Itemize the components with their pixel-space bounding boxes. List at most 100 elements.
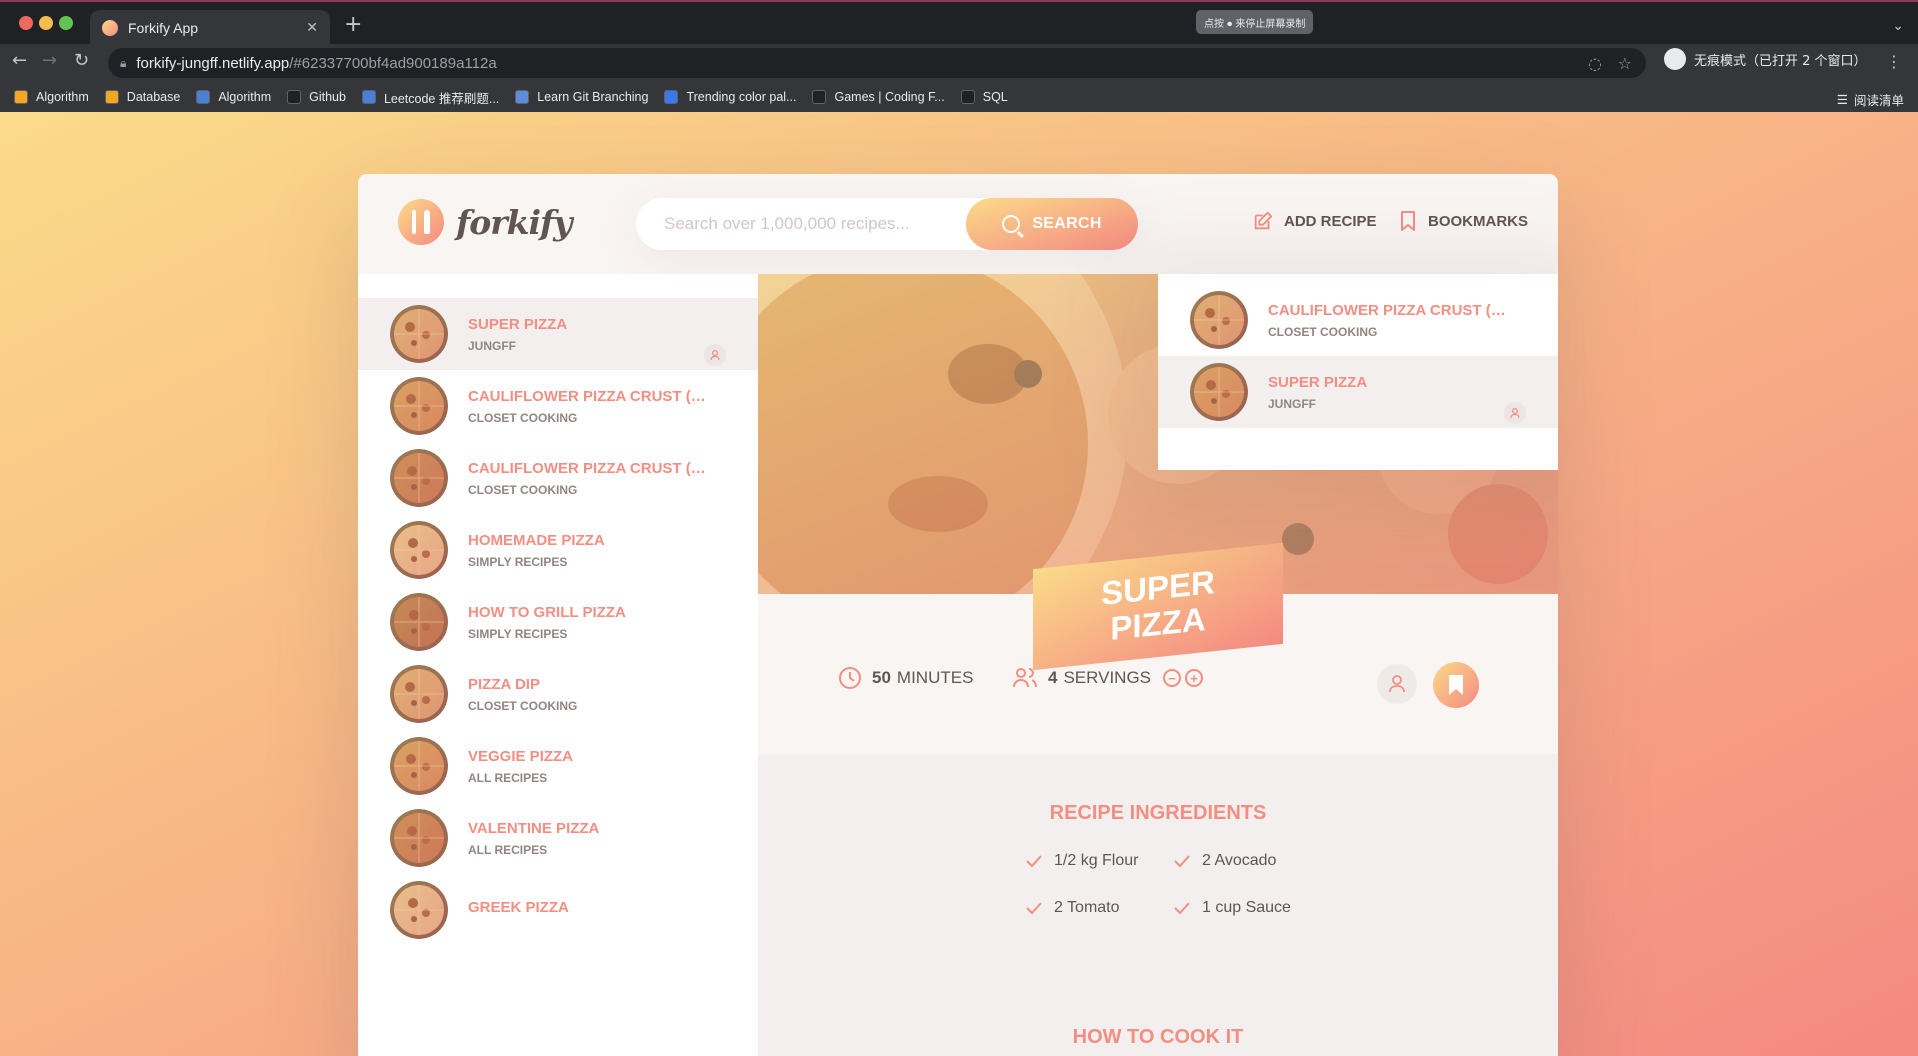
bookmark-link[interactable]: Games | Coding F... (812, 90, 945, 104)
result-item[interactable]: VALENTINE PIZZA ALL RECIPES (358, 802, 758, 874)
result-publisher: ALL RECIPES (468, 770, 548, 785)
search-icon (1002, 215, 1021, 233)
tab-search-chevron-icon[interactable]: ⌄ (1892, 18, 1904, 34)
recipe-thumbnail (1190, 291, 1248, 349)
reading-list-icon: ☰ (1836, 92, 1848, 107)
result-title: HOMEMADE PIZZA (468, 531, 605, 549)
new-tab-button[interactable]: + (344, 14, 362, 36)
increase-servings-icon[interactable]: + (1185, 669, 1204, 687)
servings: 4 SERVINGS − + (1012, 666, 1204, 690)
result-text: SUPER PIZZA JUNGFF (468, 316, 718, 353)
incognito-indicator[interactable]: 无痕模式（已打开 2 个窗口） (1664, 48, 1867, 70)
recipe-thumbnail (390, 449, 448, 507)
bookmarks-button[interactable]: BOOKMARKS (1398, 210, 1528, 232)
result-item[interactable]: GREEK PIZZA (358, 874, 758, 946)
pizza-thumbnail-icon (1190, 291, 1248, 349)
result-item[interactable]: VEGGIE PIZZA ALL RECIPES (358, 730, 758, 802)
result-publisher: CLOSET COOKING (468, 482, 578, 497)
bookmark-label: Algorithm (218, 90, 272, 104)
search-input[interactable] (664, 214, 964, 234)
address-bar[interactable]: 🔒︎ forkify-jungff.netlify.app/#62337700b… (108, 48, 1646, 78)
result-text: PIZZA DIP CLOSET COOKING (468, 676, 718, 713)
reload-icon[interactable]: ↻ (74, 50, 89, 71)
bookmark-link[interactable]: SQL (960, 90, 1008, 104)
recipe-thumbnail (390, 521, 448, 579)
result-title: VALENTINE PIZZA (468, 819, 600, 837)
search-button-label: SEARCH (1032, 215, 1102, 232)
user-generated-icon (1377, 664, 1417, 704)
bookmark-link[interactable]: Algorithm (14, 90, 89, 104)
bookmark-link[interactable]: Algorithm (196, 90, 271, 104)
recipe-thumbnail (390, 593, 448, 651)
result-item[interactable]: HOMEMADE PIZZA SIMPLY RECIPES (358, 514, 758, 586)
result-item[interactable]: SUPER PIZZA JUNGFF (358, 298, 758, 370)
bookmark-link[interactable]: Trending color pal... (664, 90, 796, 104)
pizza-thumbnail-icon (390, 521, 448, 579)
ingredient-text: 2 Tomato (1054, 899, 1120, 916)
incognito-label: 无痕模式（已打开 2 个窗口） (1694, 53, 1867, 69)
star-icon[interactable]: ☆ (1618, 54, 1632, 73)
edit-icon (1254, 211, 1273, 230)
eye-off-icon[interactable]: ◌ (1588, 54, 1602, 73)
bookmark-link[interactable]: Leetcode 推荐刷题... (361, 88, 500, 107)
result-text: HOW TO GRILL PIZZA SIMPLY RECIPES (468, 604, 718, 641)
recipe-thumbnail (390, 305, 448, 363)
window-minimize-button[interactable] (39, 16, 53, 30)
forward-arrow-icon[interactable]: → (42, 50, 57, 71)
bookmark-favicon-icon (515, 90, 530, 104)
result-title: VEGGIE PIZZA (468, 747, 574, 765)
how-to-cook-heading: HOW TO COOK IT (1072, 1026, 1244, 1048)
bookmark-link[interactable]: Learn Git Branching (515, 90, 648, 104)
search-button[interactable]: SEARCH (966, 198, 1138, 250)
check-icon (1174, 855, 1190, 868)
pizza-thumbnail-icon (390, 377, 448, 435)
bookmark-label: Trending color pal... (686, 90, 797, 104)
bookmark-item[interactable]: CAULIFLOWER PIZZA CRUST (WIT... CLOSET CO… (1158, 284, 1558, 356)
pizza-thumbnail-icon (390, 737, 448, 795)
decrease-servings-icon[interactable]: − (1163, 669, 1182, 687)
tab-close-icon[interactable]: ✕ (306, 20, 318, 36)
add-recipe-button[interactable]: ADD RECIPE (1252, 210, 1377, 232)
result-publisher: SIMPLY RECIPES (468, 554, 568, 569)
result-text: CAULIFLOWER PIZZA CRUST (WIT... CLOSET CO… (1268, 302, 1518, 339)
bookmark-favicon-icon (812, 90, 827, 104)
servings-label: SERVINGS (1063, 668, 1152, 687)
browser-toolbar: ← → ↻ 🔒︎ forkify-jungff.netlify.app/#623… (0, 44, 1918, 82)
window-zoom-button[interactable] (59, 16, 73, 30)
url-host: forkify-jungff.netlify.app (136, 54, 290, 72)
ingredient-text: 2 Avocado (1202, 852, 1277, 869)
cooking-time: 50 MINUTES (838, 666, 973, 690)
search-form: SEARCH (636, 198, 1138, 250)
back-arrow-icon[interactable]: ← (12, 50, 27, 71)
check-icon (1026, 902, 1042, 915)
app-header: forkify SEARCH ADD RECIPE BOOKMARKS (358, 174, 1558, 274)
pizza-thumbnail-icon (390, 305, 448, 363)
bookmark-item[interactable]: SUPER PIZZA JUNGFF (1158, 356, 1558, 428)
bookmark-outline-icon (1401, 211, 1415, 231)
result-item[interactable]: CAULIFLOWER PIZZA CRUST (WIT... CLOSET CO… (358, 370, 758, 442)
lock-icon[interactable]: 🔒︎ (120, 56, 126, 71)
window-close-button[interactable] (19, 16, 33, 30)
result-item[interactable]: PIZZA DIP CLOSET COOKING (358, 658, 758, 730)
bookmark-favicon-icon (14, 90, 28, 104)
bookmark-favicon-icon (960, 90, 975, 104)
user-generated-icon (1504, 402, 1526, 424)
reading-list-button[interactable]: ☰ 阅读清单 (1837, 90, 1904, 109)
result-item[interactable]: CAULIFLOWER PIZZA CRUST (WIT... CLOSET CO… (358, 442, 758, 514)
pizza-thumbnail-icon (390, 881, 448, 939)
result-title: SUPER PIZZA (1268, 373, 1368, 391)
bookmark-label: Leetcode 推荐刷题... (383, 91, 500, 106)
result-item[interactable]: HOW TO GRILL PIZZA SIMPLY RECIPES (358, 586, 758, 658)
page-viewport: forkify SEARCH ADD RECIPE BOOKMARKS SUPE… (0, 112, 1918, 1056)
browser-tab[interactable]: Forkify App ✕ (90, 10, 330, 46)
screen-recording-hint[interactable]: 点按 ⏺ 来停止屏幕录制 (1196, 10, 1314, 34)
result-publisher: CLOSET COOKING (1268, 324, 1378, 339)
bookmark-label: Games | Coding F... (834, 90, 945, 104)
ingredients-heading: RECIPE INGREDIENTS (1049, 802, 1267, 824)
result-title: CAULIFLOWER PIZZA CRUST (WIT... (468, 459, 718, 477)
bookmark-link[interactable]: Database (104, 90, 180, 104)
logo[interactable]: forkify (398, 199, 572, 245)
bookmark-recipe-button[interactable] (1433, 662, 1479, 708)
bookmark-link[interactable]: Github (287, 90, 346, 104)
browser-menu-icon[interactable]: ⋮ (1886, 52, 1902, 71)
